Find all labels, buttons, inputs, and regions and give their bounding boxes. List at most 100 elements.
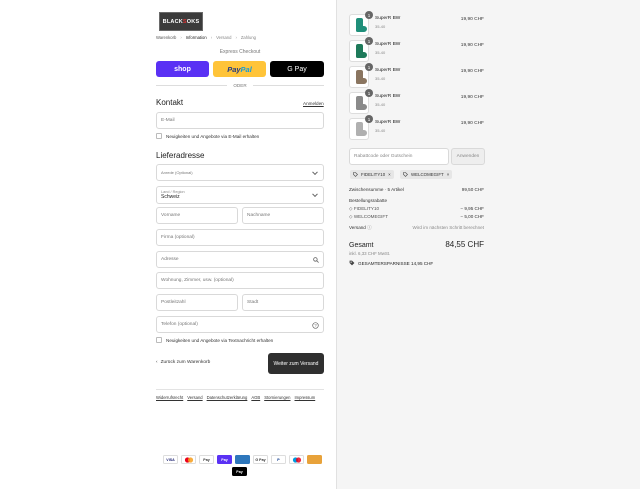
cart-line-item: 1 SuperR BW 35-40 19,90 CHF xyxy=(349,37,484,62)
footer-divider xyxy=(156,389,324,390)
newsletter-email-checkbox[interactable]: Neuigkeiten und Angebote via E-Mail erha… xyxy=(156,133,259,139)
email-field[interactable]: E-Mail xyxy=(156,112,324,129)
discount-code-input[interactable]: Rabattcode oder Gutschein xyxy=(349,148,449,165)
address-field[interactable]: Adresse xyxy=(156,251,324,268)
total-value: 84,55 CHF xyxy=(445,240,484,249)
express-checkout-title: Express Checkout xyxy=(219,49,261,55)
paypal-text: Pay xyxy=(227,64,241,74)
shipping-row: Versand ⓘ Wird im nächsten Schritt berec… xyxy=(349,225,484,231)
last-name-field[interactable]: Nachname xyxy=(242,207,324,224)
cart-line-item: 1 SuperR BW 35-40 19,90 CHF xyxy=(349,115,484,140)
logo-text-end: OKS xyxy=(186,18,200,25)
footer-link-shipping[interactable]: Versand xyxy=(187,395,202,400)
subtotal-value: 99,50 CHF xyxy=(461,187,484,192)
discount-code-label: WELCOMEGIFT xyxy=(411,172,444,177)
logo-text: BLACK xyxy=(162,18,183,25)
chevron-left-icon: ‹ xyxy=(156,360,158,365)
cart-line-item: 1 SuperR BW 35-40 19,90 CHF xyxy=(349,63,484,88)
google-pay-button[interactable]: G Pay xyxy=(270,61,324,77)
product-price: 19,90 CHF xyxy=(460,17,484,22)
product-variant: 35-40 xyxy=(375,128,386,133)
discount-placeholder: Rabattcode oder Gutschein xyxy=(354,154,413,159)
quantity-badge: 1 xyxy=(365,63,373,71)
sock-image-foot xyxy=(356,130,367,136)
discount-tag: WELCOMEGIFT × xyxy=(400,170,453,179)
company-field[interactable]: Firma (optional) xyxy=(156,229,324,246)
city-field[interactable]: Stadt xyxy=(242,294,324,311)
savings-label: GESAMTERSPARNISSE 14,95 CHF xyxy=(358,260,434,266)
salutation-placeholder: Anrede (Optional) xyxy=(161,170,193,175)
quantity-badge: 1 xyxy=(365,37,373,45)
phone-placeholder: Telefon (optional) xyxy=(161,322,198,327)
sock-image-foot xyxy=(356,104,367,110)
sock-image-foot xyxy=(356,26,367,32)
salutation-select[interactable]: Anrede (Optional) xyxy=(156,164,324,181)
tag-icon xyxy=(353,172,358,177)
sock-image-foot xyxy=(356,78,367,84)
first-name-field[interactable]: Vorname xyxy=(156,207,238,224)
footer-link-withdrawal[interactable]: Widerrufsrecht xyxy=(156,395,183,400)
back-to-cart-link[interactable]: ‹ Zurück zum Warenkorb xyxy=(156,360,210,365)
discount-tag: FIDELITY10 × xyxy=(350,170,394,179)
country-select[interactable]: Land / Region Schweiz xyxy=(156,186,324,204)
footer-link-imprint[interactable]: Impressum xyxy=(295,395,316,400)
or-divider: ODER xyxy=(156,81,324,89)
city-placeholder: Stadt xyxy=(247,300,259,305)
discount-line-label: WELCOMEGIFT xyxy=(353,214,389,219)
checkbox[interactable] xyxy=(156,337,162,343)
discount-code-label: FIDELITY10 xyxy=(361,172,386,177)
breadcrumb: Warenkorb › Information › Versand › Zahl… xyxy=(156,35,256,40)
shop-pay-icon: Pay xyxy=(217,455,232,464)
product-variant: 35-40 xyxy=(375,24,386,29)
subtotal-label: Zwischensumme · 5 Artikel xyxy=(349,187,404,192)
login-link[interactable]: Anmelden xyxy=(303,101,324,106)
footer-link-terms[interactable]: AGB xyxy=(251,395,260,400)
newsletter-sms-checkbox[interactable]: Neuigkeiten und Angebote via Textnachric… xyxy=(156,337,273,343)
discount-value: − 5,00 CHF xyxy=(460,214,484,219)
checkout-form-panel: BLACK S OKS Warenkorb › Information › Vers… xyxy=(0,0,336,489)
total-label: Gesamt xyxy=(349,242,374,249)
product-price: 19,90 CHF xyxy=(460,69,484,74)
close-icon[interactable]: × xyxy=(447,172,450,177)
zip-placeholder: Postleitzahl xyxy=(161,300,186,305)
product-variant: 35-40 xyxy=(375,102,386,107)
subtotal-row: Zwischensumme · 5 Artikel 99,50 CHF xyxy=(349,187,484,192)
crumb-payment: Zahlung xyxy=(240,35,257,40)
apple-pay-dark-icon: Pay xyxy=(232,467,247,476)
apply-discount-button[interactable]: Anwenden xyxy=(451,148,485,165)
help-circle-icon[interactable]: ⓘ xyxy=(367,225,372,230)
footer-links: Widerrufsrecht Versand Datenschutzerklär… xyxy=(156,395,315,400)
svg-text:?: ? xyxy=(314,323,317,328)
brand-logo[interactable]: BLACK S OKS xyxy=(159,12,203,31)
total-savings: GESAMTERSPARNISSE 14,95 CHF xyxy=(349,260,433,266)
apartment-field[interactable]: Wohnung, Zimmer, usw. (optional) xyxy=(156,272,324,289)
shop-pay-button[interactable]: shop xyxy=(156,61,209,77)
crumb-information: Information xyxy=(185,35,207,40)
product-price: 19,90 CHF xyxy=(460,121,484,126)
product-variant: 35-40 xyxy=(375,76,386,81)
paypal-button[interactable]: Pay Pal xyxy=(213,61,266,77)
help-circle-icon[interactable]: ? xyxy=(312,322,319,329)
discount-line-label: FIDELITY10 xyxy=(353,206,380,211)
chevron-right-icon: › xyxy=(180,35,182,40)
amex-icon xyxy=(235,455,250,464)
cart-line-item: 1 SuperR BW 35-40 19,90 CHF xyxy=(349,11,484,36)
footer-link-cancellations[interactable]: Stornierungen xyxy=(264,395,290,400)
quantity-badge: 1 xyxy=(365,115,373,123)
footer-link-privacy[interactable]: Datenschutzerklärung xyxy=(207,395,248,400)
zip-field[interactable]: Postleitzahl xyxy=(156,294,238,311)
checkbox[interactable] xyxy=(156,133,162,139)
close-icon[interactable]: × xyxy=(388,172,391,177)
product-name: SuperR BW xyxy=(375,94,401,99)
shipping-label: Versand xyxy=(349,225,366,230)
email-placeholder: E-Mail xyxy=(161,118,175,123)
tag-icon xyxy=(403,172,408,177)
crumb-cart[interactable]: Warenkorb xyxy=(156,35,176,40)
chevron-right-icon: › xyxy=(235,35,237,40)
paypal-icon: P xyxy=(271,455,286,464)
continue-to-shipping-button[interactable]: Weiter zum Versand xyxy=(268,353,324,374)
phone-field[interactable]: Telefon (optional) ? xyxy=(156,316,324,333)
apartment-placeholder: Wohnung, Zimmer, usw. (optional) xyxy=(161,278,234,283)
product-price: 19,90 CHF xyxy=(460,43,484,48)
newsletter-sms-label: Neuigkeiten und Angebote via Textnachric… xyxy=(166,337,274,343)
